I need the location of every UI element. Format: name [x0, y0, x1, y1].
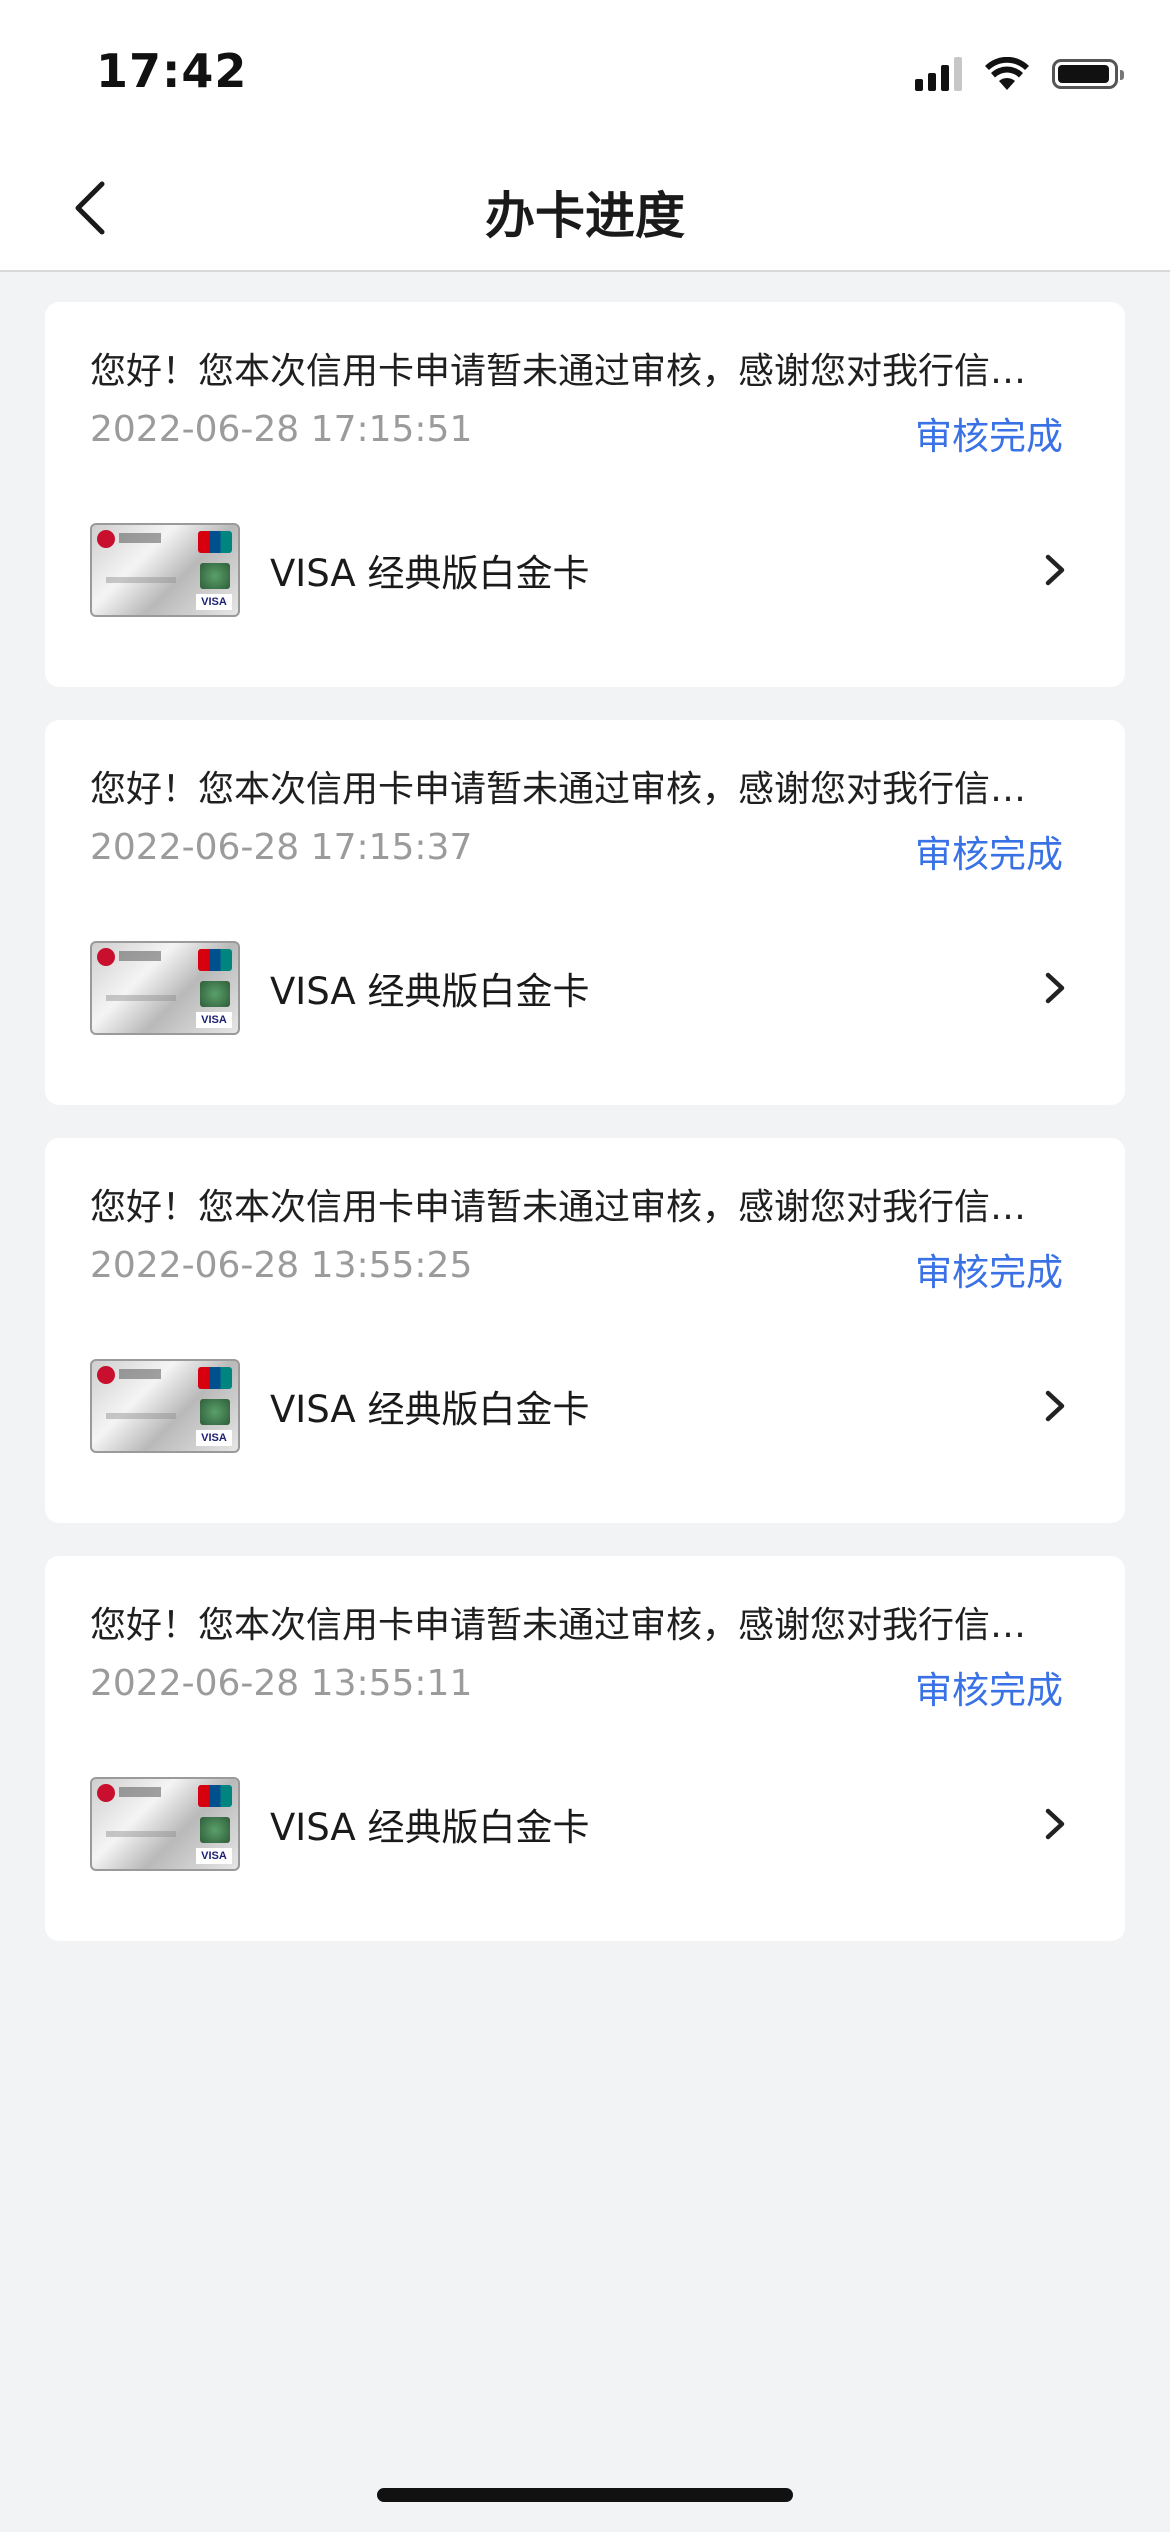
visa-logo: VISA	[196, 593, 232, 610]
chevron-right-icon	[1045, 972, 1065, 1003]
chevron-right-icon	[1045, 1390, 1065, 1421]
home-indicator[interactable]	[377, 2488, 793, 2502]
review-status-link[interactable]: 审核完成	[915, 1660, 1063, 1714]
chevron-right-icon	[1045, 1808, 1065, 1839]
card-message: 您好！您本次信用卡申请暂未通过审核，感谢您对我行信…	[90, 351, 1027, 392]
credit-card-image: VISA	[90, 522, 240, 617]
application-card[interactable]: 您好！您本次信用卡申请暂未通过审核，感谢您对我行信… 2022-06-28 13…	[45, 1556, 1125, 1941]
card-product-name: VISA 经典版白金卡	[270, 551, 590, 595]
credit-card-image: VISA	[90, 940, 240, 1035]
credit-card-image: VISA	[90, 1776, 240, 1871]
card-product-name: VISA 经典版白金卡	[270, 1387, 590, 1431]
card-product-row[interactable]: VISA VISA 经典版白金卡	[90, 1776, 1085, 1871]
card-timestamp: 2022-06-28 13:55:25	[90, 1245, 473, 1286]
status-icons	[915, 52, 1124, 96]
navigation-bar: 办卡进度	[0, 150, 1170, 272]
visa-logo: VISA	[196, 1847, 232, 1864]
card-product-row[interactable]: VISA VISA 经典版白金卡	[90, 940, 1085, 1035]
review-status-link[interactable]: 审核完成	[915, 406, 1063, 460]
battery-icon	[1052, 59, 1124, 89]
card-product-name: VISA 经典版白金卡	[270, 1805, 590, 1849]
status-time: 17:42	[96, 44, 248, 98]
application-list: 您好！您本次信用卡申请暂未通过审核，感谢您对我行信… 2022-06-28 17…	[45, 302, 1125, 1974]
status-bar: 17:42	[0, 0, 1170, 150]
review-status-link[interactable]: 审核完成	[915, 1242, 1063, 1296]
credit-card-image: VISA	[90, 1358, 240, 1453]
visa-logo: VISA	[196, 1011, 232, 1028]
card-product-name: VISA 经典版白金卡	[270, 969, 590, 1013]
review-status-link[interactable]: 审核完成	[915, 824, 1063, 878]
card-timestamp: 2022-06-28 13:55:11	[90, 1663, 473, 1704]
application-card[interactable]: 您好！您本次信用卡申请暂未通过审核，感谢您对我行信… 2022-06-28 17…	[45, 720, 1125, 1105]
card-message: 您好！您本次信用卡申请暂未通过审核，感谢您对我行信…	[90, 1187, 1027, 1228]
wifi-icon	[985, 57, 1029, 90]
cellular-signal-icon	[915, 57, 962, 91]
card-product-row[interactable]: VISA VISA 经典版白金卡	[90, 1358, 1085, 1453]
visa-logo: VISA	[196, 1429, 232, 1446]
card-timestamp: 2022-06-28 17:15:37	[90, 827, 473, 868]
page-title: 办卡进度	[485, 187, 685, 245]
card-product-row[interactable]: VISA VISA 经典版白金卡	[90, 522, 1085, 617]
card-message: 您好！您本次信用卡申请暂未通过审核，感谢您对我行信…	[90, 769, 1027, 810]
card-message: 您好！您本次信用卡申请暂未通过审核，感谢您对我行信…	[90, 1605, 1027, 1646]
card-timestamp: 2022-06-28 17:15:51	[90, 409, 473, 450]
application-card[interactable]: 您好！您本次信用卡申请暂未通过审核，感谢您对我行信… 2022-06-28 13…	[45, 1138, 1125, 1523]
application-card[interactable]: 您好！您本次信用卡申请暂未通过审核，感谢您对我行信… 2022-06-28 17…	[45, 302, 1125, 687]
chevron-right-icon	[1045, 554, 1065, 585]
